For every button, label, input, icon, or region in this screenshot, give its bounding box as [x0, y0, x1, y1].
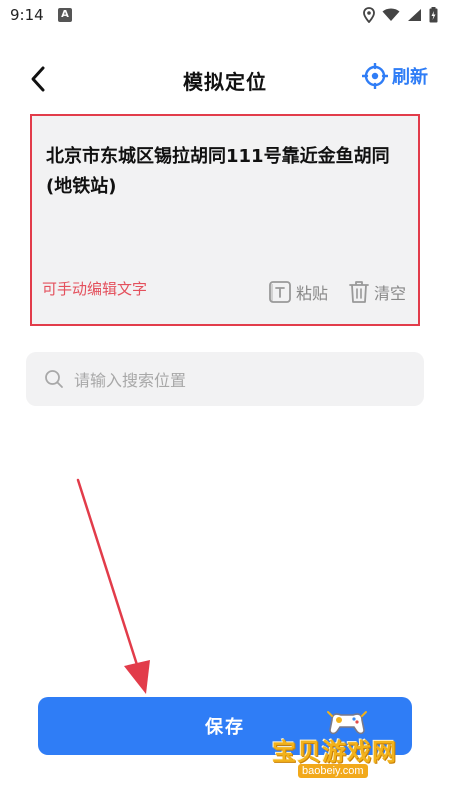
edit-hint: 可手动编辑文字	[42, 280, 148, 298]
search-input[interactable]: 请输入搜索位置	[26, 352, 424, 406]
clear-label: 清空	[374, 284, 407, 303]
watermark-url: baobeiy.com	[298, 764, 368, 778]
paste-icon	[269, 281, 291, 303]
wifi-icon	[382, 8, 400, 21]
paste-label: 粘贴	[296, 284, 329, 303]
paste-button[interactable]: 粘贴	[268, 280, 328, 304]
app-header: 模拟定位 刷新	[0, 50, 450, 108]
status-icons	[363, 7, 438, 23]
refresh-label: 刷新	[392, 67, 428, 88]
signal-icon	[408, 9, 421, 21]
address-textarea[interactable]: 北京市东城区锡拉胡同111号靠近金鱼胡同(地铁站)	[46, 142, 406, 202]
address-card: 北京市东城区锡拉胡同111号靠近金鱼胡同(地铁站) 可手动编辑文字 粘贴 清空	[30, 114, 420, 326]
clear-button[interactable]: 清空	[348, 280, 406, 304]
search-icon	[45, 370, 63, 388]
search-placeholder: 请输入搜索位置	[74, 371, 187, 390]
status-time: 9:14	[10, 6, 44, 24]
status-bar: 9:14 A	[0, 0, 450, 32]
battery-icon	[429, 7, 438, 23]
location-icon	[363, 7, 375, 23]
trash-icon	[349, 281, 369, 303]
refresh-button[interactable]: 刷新	[362, 63, 428, 89]
app-notification-icon: A	[58, 8, 72, 22]
save-button[interactable]: 保存	[38, 697, 412, 755]
crosshair-icon	[362, 63, 388, 89]
